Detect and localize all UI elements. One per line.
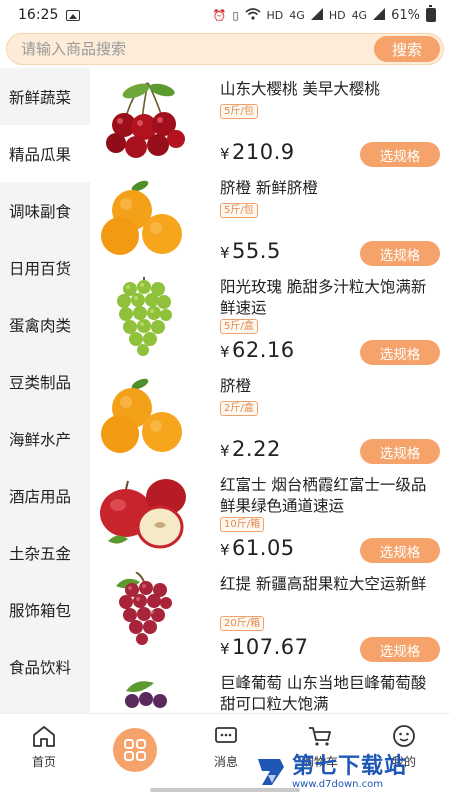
category-sidebar: 新鲜蔬菜 精品瓜果 调味副食 日用百货 蛋禽肉类 豆类制品 海鲜水产 酒店用品 …: [0, 68, 90, 713]
currency-symbol: ¥: [220, 442, 231, 460]
product-item[interactable]: 红提 新疆高甜果粒大空运新鲜 20斤/箱 ¥107.67 选规格: [90, 563, 450, 662]
product-list: 山东大樱桃 美早大樱桃 5斤/包 ¥210.9 选规格 脐橙 新鲜脐橙 5斤/包…: [90, 68, 450, 713]
cart-icon: [309, 727, 331, 746]
home-indicator[interactable]: [150, 788, 300, 792]
network-4g-label: 4G: [289, 8, 305, 22]
currency-symbol: ¥: [220, 640, 231, 658]
nav-home[interactable]: 首页: [14, 724, 74, 770]
signal-icon-2: [373, 7, 386, 23]
sidebar-item-eggs-poultry-meat[interactable]: 蛋禽肉类: [0, 296, 90, 353]
status-bar: 16:25 ⏰ ▯ HD 4G HD 4G 61%: [0, 0, 450, 30]
price-value: 61.05: [232, 536, 295, 560]
unit-tag: 5斤/包: [220, 104, 258, 119]
grapes-image: [125, 681, 167, 708]
red-grapes-image: [116, 572, 172, 645]
network-hd-label: HD: [266, 8, 284, 22]
choose-spec-button[interactable]: 选规格: [360, 439, 440, 464]
unit-tag: 20斤/箱: [220, 616, 265, 631]
search-input[interactable]: [21, 40, 321, 58]
green-grapes-image: [117, 277, 172, 356]
apples-image: [100, 479, 186, 549]
search-button[interactable]: 搜索: [374, 36, 440, 62]
nav-category[interactable]: [113, 728, 157, 772]
battery-percent: 61%: [391, 7, 420, 23]
wifi-icon: [245, 7, 261, 23]
price-value: 210.9: [232, 140, 295, 164]
sidebar-item-food-drinks[interactable]: 食品饮料: [0, 638, 90, 695]
currency-symbol: ¥: [220, 244, 231, 262]
price-value: 55.5: [232, 239, 281, 263]
sidebar-item-apparel-bags[interactable]: 服饰箱包: [0, 581, 90, 638]
product-name: 红富士 烟台栖霞红富士一级品鲜果绿色通道速运: [220, 476, 427, 515]
currency-symbol: ¥: [220, 145, 231, 163]
product-name: 山东大樱桃 美早大樱桃: [220, 80, 380, 98]
search-bar: 搜索: [0, 30, 450, 68]
product-price: ¥62.16: [220, 338, 295, 362]
product-price: ¥55.5: [220, 239, 281, 263]
currency-symbol: ¥: [220, 343, 231, 361]
price-value: 2.22: [232, 437, 281, 461]
network-hd-label-2: HD: [328, 8, 346, 22]
home-icon: [33, 726, 55, 747]
vibrate-icon: ▯: [232, 8, 239, 22]
watermark-title: 第七下载站: [292, 753, 408, 779]
search-box: 搜索: [6, 33, 444, 65]
product-item[interactable]: 山东大樱桃 美早大樱桃 5斤/包 ¥210.9 选规格: [90, 68, 450, 167]
nav-messages-label: 消息: [213, 755, 238, 769]
bottom-navigation: 首页 消息 购物车 我的 第七下载站 www.d7down.com: [0, 713, 450, 800]
choose-spec-button[interactable]: 选规格: [360, 340, 440, 365]
product-price: ¥107.67: [220, 635, 309, 659]
oranges-image: [101, 378, 182, 453]
sidebar-item-daily-goods[interactable]: 日用百货: [0, 239, 90, 296]
profile-icon: [393, 725, 415, 747]
choose-spec-button[interactable]: 选规格: [360, 538, 440, 563]
choose-spec-button[interactable]: 选规格: [360, 241, 440, 266]
product-item[interactable]: 红富士 烟台栖霞红富士一级品鲜果绿色通道速运 10斤/箱 ¥61.05 选规格: [90, 464, 450, 563]
unit-tag: 5斤/包: [220, 203, 258, 218]
network-4g-label-2: 4G: [351, 8, 368, 22]
watermark-logo-icon: [258, 759, 284, 785]
oranges-image: [101, 180, 182, 255]
product-item[interactable]: 脐橙 新鲜脐橙 5斤/包 ¥55.5 选规格: [90, 167, 450, 266]
unit-tag: 10斤/箱: [220, 517, 265, 532]
unit-tag: 5斤/盒: [220, 319, 258, 334]
product-price: ¥210.9: [220, 140, 295, 164]
message-icon: [215, 727, 237, 743]
product-name: 脐橙 新鲜脐橙: [220, 179, 318, 197]
product-name: 阳光玫瑰 脆甜多汁粒大饱满新鲜速运: [220, 278, 427, 317]
status-time: 16:25: [18, 7, 59, 23]
category-grid-icon: [124, 739, 146, 761]
choose-spec-button[interactable]: 选规格: [360, 142, 440, 167]
product-item[interactable]: 阳光玫瑰 脆甜多汁粒大饱满新鲜速运 5斤/盒 ¥62.16 选规格: [90, 266, 450, 365]
sidebar-item-seafood[interactable]: 海鲜水产: [0, 410, 90, 467]
sidebar-item-fine-fruits[interactable]: 精品瓜果: [0, 125, 90, 182]
choose-spec-button[interactable]: 选规格: [360, 637, 440, 662]
alarm-icon: ⏰: [212, 8, 227, 22]
gallery-notification-icon: [66, 9, 81, 21]
sidebar-item-fresh-vegetables[interactable]: 新鲜蔬菜: [0, 68, 90, 125]
watermark-url: www.d7down.com: [292, 778, 384, 790]
sidebar-item-hardware[interactable]: 土杂五金: [0, 524, 90, 581]
product-item[interactable]: 脐橙 2斤/盒 ¥2.22 选规格: [90, 365, 450, 464]
product-price: ¥61.05: [220, 536, 295, 560]
product-name: 脐橙: [220, 377, 252, 395]
nav-home-label: 首页: [31, 755, 56, 769]
nav-messages[interactable]: 消息: [196, 724, 256, 770]
product-item[interactable]: 巨峰葡萄 山东当地巨峰葡萄酸甜可口粒大饱满: [90, 662, 450, 713]
sidebar-item-hotel-supplies[interactable]: 酒店用品: [0, 467, 90, 524]
unit-tag: 2斤/盒: [220, 401, 258, 416]
battery-icon: [426, 5, 436, 22]
product-name: 巨峰葡萄 山东当地巨峰葡萄酸甜可口粒大饱满: [220, 674, 427, 713]
product-price: ¥2.22: [220, 437, 281, 461]
product-name: 红提 新疆高甜果粒大空运新鲜: [220, 575, 427, 593]
signal-icon: [310, 7, 323, 23]
currency-symbol: ¥: [220, 541, 231, 559]
cherries-image: [106, 82, 185, 158]
sidebar-item-seasonings[interactable]: 调味副食: [0, 182, 90, 239]
price-value: 107.67: [232, 635, 309, 659]
price-value: 62.16: [232, 338, 295, 362]
sidebar-item-soy-products[interactable]: 豆类制品: [0, 353, 90, 410]
